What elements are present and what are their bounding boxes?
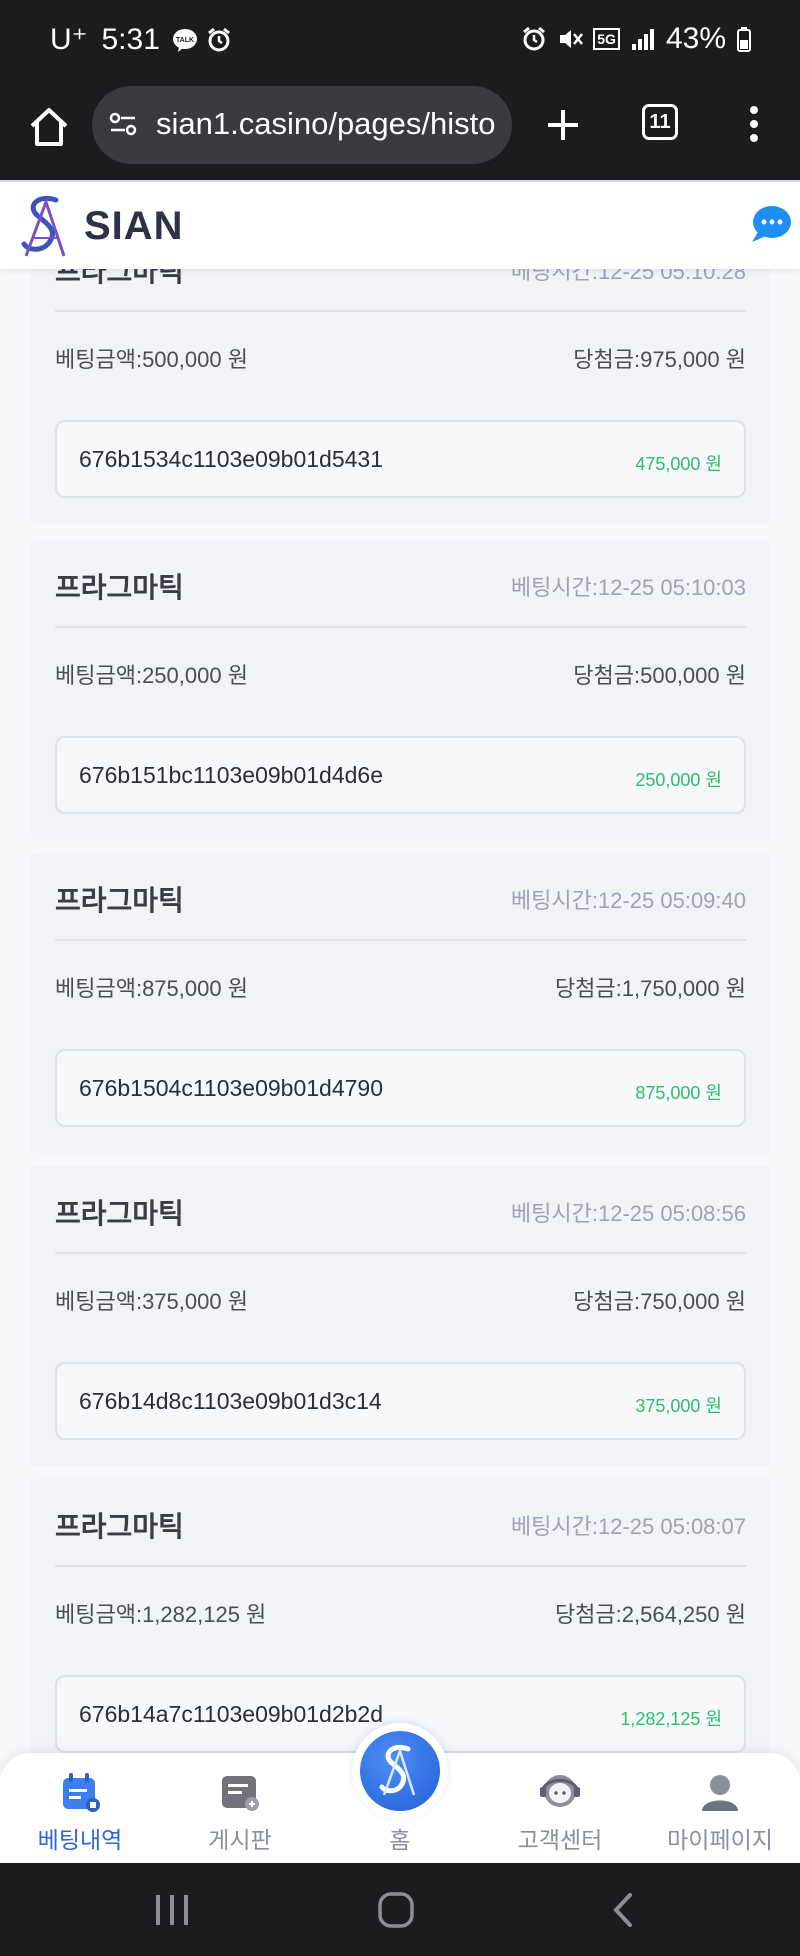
bet-record-card[interactable]: 프라그마틱 베팅시간:12-25 05:08:07 베팅금액:1,282,125… [31, 1479, 770, 1753]
transaction-box: 676b1534c1103e09b01d5431 475,000 원 [55, 420, 746, 498]
transaction-id: 676b1534c1103e09b01d5431 [79, 446, 383, 472]
transaction-box: 676b1504c1103e09b01d4790 875,000 원 [55, 1049, 746, 1127]
carrier-label: U⁺ [50, 23, 88, 56]
nav-board[interactable]: 게시판 [180, 1771, 300, 1861]
provider-name: 프라그마틱 [55, 885, 184, 916]
bet-record-card[interactable]: 프라그마틱 베팅시간:12-25 05:10:03 베팅금액:250,000 원… [31, 540, 770, 840]
win-amount: 당첨금:2,564,250 원 [554, 1602, 746, 1627]
address-bar[interactable]: sian1.casino/pages/history [92, 86, 512, 164]
bet-amount: 베팅금액:500,000 원 [55, 347, 248, 372]
board-icon [222, 1776, 259, 1811]
system-home-icon[interactable] [376, 1891, 416, 1929]
transaction-box: 676b14d8c1103e09b01d3c14 375,000 원 [55, 1362, 746, 1440]
bet-amounts-row: 베팅금액:875,000 원 당첨금:1,750,000 원 [55, 971, 746, 1011]
nav-label-board: 게시판 [208, 1827, 272, 1853]
profit-amount: 250,000 원 [635, 770, 722, 790]
bet-amount: 베팅금액:1,282,125 원 [55, 1602, 267, 1627]
talk-icon: TALK [172, 28, 197, 52]
chat-icon[interactable] [748, 204, 792, 244]
alarm-icon [207, 27, 230, 51]
nav-label-home[interactable]: 홈 [360, 1821, 440, 1855]
battery-percent: 43% [665, 22, 726, 55]
bet-record-card[interactable]: 프라그마틱 베팅시간:12-25 05:09:40 베팅금액:875,000 원… [31, 853, 770, 1153]
bet-amounts-row: 베팅금액:1,282,125 원 당첨금:2,564,250 원 [55, 1597, 746, 1637]
bet-record-header: 프라그마틱 베팅시간:12-25 05:10:03 [55, 540, 746, 628]
tab-switcher-button[interactable]: 11 [642, 104, 678, 140]
transaction-id: 676b14d8c1103e09b01d3c14 [79, 1388, 382, 1414]
headset-icon [540, 1775, 580, 1807]
win-amount: 당첨금:500,000 원 [573, 663, 746, 688]
bet-amounts-row: 베팅금액:500,000 원 당첨금:975,000 원 [55, 342, 746, 382]
site-header: SIAN [0, 180, 800, 269]
bet-record-header: 프라그마틱 베팅시간:12-25 05:08:56 [55, 1166, 746, 1254]
nav-mypage[interactable]: 마이페이지 [660, 1771, 780, 1861]
win-amount: 당첨금:975,000 원 [573, 347, 746, 372]
nav-betting-history[interactable]: 베팅내역 [20, 1771, 140, 1861]
home-icon[interactable] [26, 104, 72, 150]
profit-amount: 1,282,125 원 [620, 1709, 722, 1729]
profit-amount: 375,000 원 [635, 1396, 722, 1416]
bet-time: 베팅시간:12-25 05:09:40 [510, 888, 746, 913]
network-label: 5G [593, 28, 620, 50]
bet-record-header: 프라그마틱 베팅시간:12-25 05:10:28 [55, 269, 746, 312]
nav-label-betting: 베팅내역 [37, 1827, 123, 1853]
url-text[interactable]: sian1.casino/pages/history [156, 106, 496, 142]
win-amount: 당첨금:1,750,000 원 [554, 976, 746, 1001]
bottom-navigation: 베팅내역 게시판 홈 고객센터 마이페이지 [0, 1723, 800, 1863]
phone-screen: U⁺ 5:31 TALK 5G 43% sian1.casino/pages/h… [0, 0, 800, 1956]
transaction-box: 676b151bc1103e09b01d4d6e 250,000 원 [55, 736, 746, 814]
site-settings-icon[interactable] [108, 109, 138, 139]
alarm-icon [523, 26, 546, 51]
svg-text:TALK: TALK [176, 37, 194, 44]
bet-amount: 베팅금액:375,000 원 [55, 1289, 248, 1314]
betting-history-list: 프라그마틱 베팅시간:12-25 05:10:28 베팅금액:500,000 원… [0, 269, 800, 1753]
status-left: U⁺ 5:31 TALK [50, 22, 232, 57]
win-amount: 당첨금:750,000 원 [573, 1289, 746, 1314]
sian-home-icon [379, 1745, 416, 1796]
bet-amount: 베팅금액:250,000 원 [55, 663, 248, 688]
new-tab-icon[interactable] [540, 102, 586, 148]
calendar-icon [63, 1773, 100, 1812]
bet-record-header: 프라그마틱 베팅시간:12-25 05:08:07 [55, 1479, 746, 1567]
user-icon [702, 1775, 738, 1811]
nav-label-mypage: 마이페이지 [667, 1827, 773, 1853]
system-navigation-bar [0, 1863, 800, 1956]
mute-icon [560, 30, 584, 48]
recent-apps-icon[interactable] [152, 1891, 192, 1929]
profit-amount: 875,000 원 [635, 1083, 722, 1103]
bet-time: 베팅시간:12-25 05:08:56 [510, 1201, 746, 1226]
bet-time: 베팅시간:12-25 05:10:03 [510, 575, 746, 600]
home-logo-circle [360, 1731, 440, 1811]
provider-name: 프라그마틱 [55, 1511, 184, 1542]
bet-amounts-row: 베팅금액:250,000 원 당첨금:500,000 원 [55, 658, 746, 698]
status-right: 5G 43% [521, 22, 752, 56]
overflow-menu-icon[interactable] [742, 102, 766, 148]
browser-toolbar: sian1.casino/pages/history 11 [0, 84, 800, 180]
brand-name[interactable]: SIAN [84, 204, 184, 249]
bet-record-header: 프라그마틱 베팅시간:12-25 05:09:40 [55, 853, 746, 941]
provider-name: 프라그마틱 [55, 269, 184, 287]
battery-icon [737, 27, 751, 52]
transaction-id: 676b1504c1103e09b01d4790 [79, 1075, 383, 1101]
nav-support[interactable]: 고객센터 [500, 1771, 620, 1861]
sian-logo-icon[interactable] [18, 192, 78, 260]
nav-label-support: 고객센터 [517, 1827, 603, 1853]
transaction-id: 676b14a7c1103e09b01d2b2d [79, 1701, 383, 1727]
bet-amounts-row: 베팅금액:375,000 원 당첨금:750,000 원 [55, 1284, 746, 1324]
transaction-id: 676b151bc1103e09b01d4d6e [79, 762, 383, 788]
provider-name: 프라그마틱 [55, 572, 184, 603]
profit-amount: 475,000 원 [635, 454, 722, 474]
back-icon[interactable] [604, 1891, 644, 1929]
clock: 5:31 [101, 22, 160, 56]
bet-record-card[interactable]: 프라그마틱 베팅시간:12-25 05:08:56 베팅금액:375,000 원… [31, 1166, 770, 1466]
status-bar: U⁺ 5:31 TALK 5G 43% [0, 0, 800, 84]
bet-record-card[interactable]: 프라그마틱 베팅시간:12-25 05:10:28 베팅금액:500,000 원… [31, 269, 770, 524]
bet-time: 베팅시간:12-25 05:08:07 [510, 1514, 746, 1539]
bet-time: 베팅시간:12-25 05:10:28 [510, 269, 746, 284]
bet-amount: 베팅금액:875,000 원 [55, 976, 248, 1001]
provider-name: 프라그마틱 [55, 1198, 184, 1229]
nav-home-button[interactable] [352, 1723, 448, 1819]
signal-icon [631, 29, 654, 50]
